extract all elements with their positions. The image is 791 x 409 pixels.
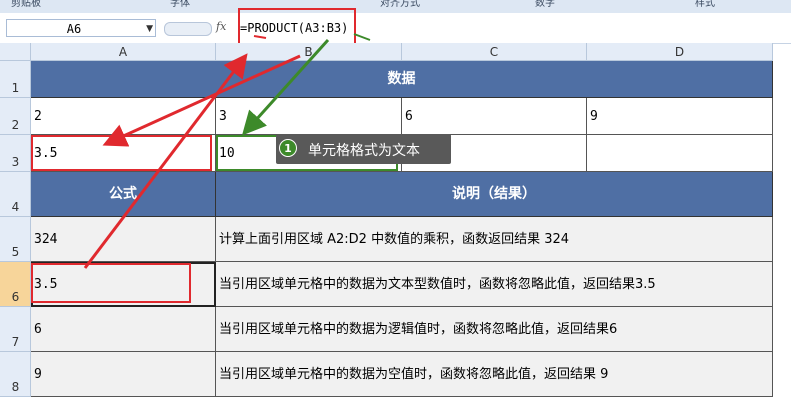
row-header-4[interactable]: 4 [0,172,31,217]
cell-d3[interactable] [587,135,773,172]
insert-function-icon[interactable]: fx [216,20,226,33]
name-box-value: A6 [66,22,82,36]
cell-b8-description[interactable]: 当引用区域单元格中的数据为空值时，函数将忽略此值，返回结果 9 [216,352,773,397]
cell-a2[interactable]: 2 [31,98,216,135]
cell-a3[interactable]: 3.5 [31,135,216,172]
row-header-7[interactable]: 7 [0,307,31,352]
ribbon-group-styles[interactable]: 样式 [630,0,780,12]
formula-bar: A6 ▼ fx =PRODUCT(A3:B3) [0,13,791,44]
cell-b2[interactable]: 3 [216,98,402,135]
column-header-c[interactable]: C [402,43,587,61]
column-header-d[interactable]: D [587,43,773,61]
cell-a8[interactable]: 9 [31,352,216,397]
ribbon: 剪贴板 字体 对齐方式 数字 样式 [0,0,791,14]
select-all-corner[interactable] [0,43,31,61]
cell-c2[interactable]: 6 [402,98,587,135]
cell-b7-description[interactable]: 当引用区域单元格中的数据为逻辑值时，函数将忽略此值，返回结果6 [216,307,773,352]
ribbon-group-number[interactable]: 数字 [480,0,610,12]
cell-b6-description[interactable]: 当引用区域单元格中的数据为文本型数值时，函数将忽略此值，返回结果3.5 [216,262,773,307]
cell-a1-data-header[interactable]: 数据 [31,61,773,98]
row-header-1[interactable]: 1 [0,61,31,98]
ribbon-group-font[interactable]: 字体 [110,0,250,12]
column-header-a[interactable]: A [31,43,216,61]
cell-a6-selected[interactable]: 3.5 [31,262,216,307]
row-header-5[interactable]: 5 [0,217,31,262]
formula-buttons: fx [158,19,236,37]
name-box[interactable]: A6 ▼ [6,19,156,37]
cell-b4-description-header[interactable]: 说明（结果） [216,172,773,217]
cell-b5-description[interactable]: 计算上面引用区域 A2:D2 中数值的乘积，函数返回结果 324 [216,217,773,262]
cell-d2[interactable]: 9 [587,98,773,135]
cell-a5[interactable]: 324 [31,217,216,262]
row-header-6[interactable]: 6 [0,262,31,307]
row-header-3[interactable]: 3 [0,135,31,172]
chevron-down-icon[interactable]: ▼ [146,20,153,38]
formula-cancel-enter-buttons[interactable] [164,22,212,36]
ribbon-group-clipboard[interactable]: 剪贴板 [2,0,50,12]
row-header-8[interactable]: 8 [0,352,31,397]
cell-a4-formula-header[interactable]: 公式 [31,172,216,217]
callout-text: 单元格格式为文本 [308,143,420,159]
row-header-2[interactable]: 2 [0,98,31,135]
cell-a7[interactable]: 6 [31,307,216,352]
column-header-b[interactable]: B [216,43,402,61]
callout-number-badge: 1 [279,139,297,157]
callout-tooltip: 1 单元格格式为文本 [276,134,451,164]
